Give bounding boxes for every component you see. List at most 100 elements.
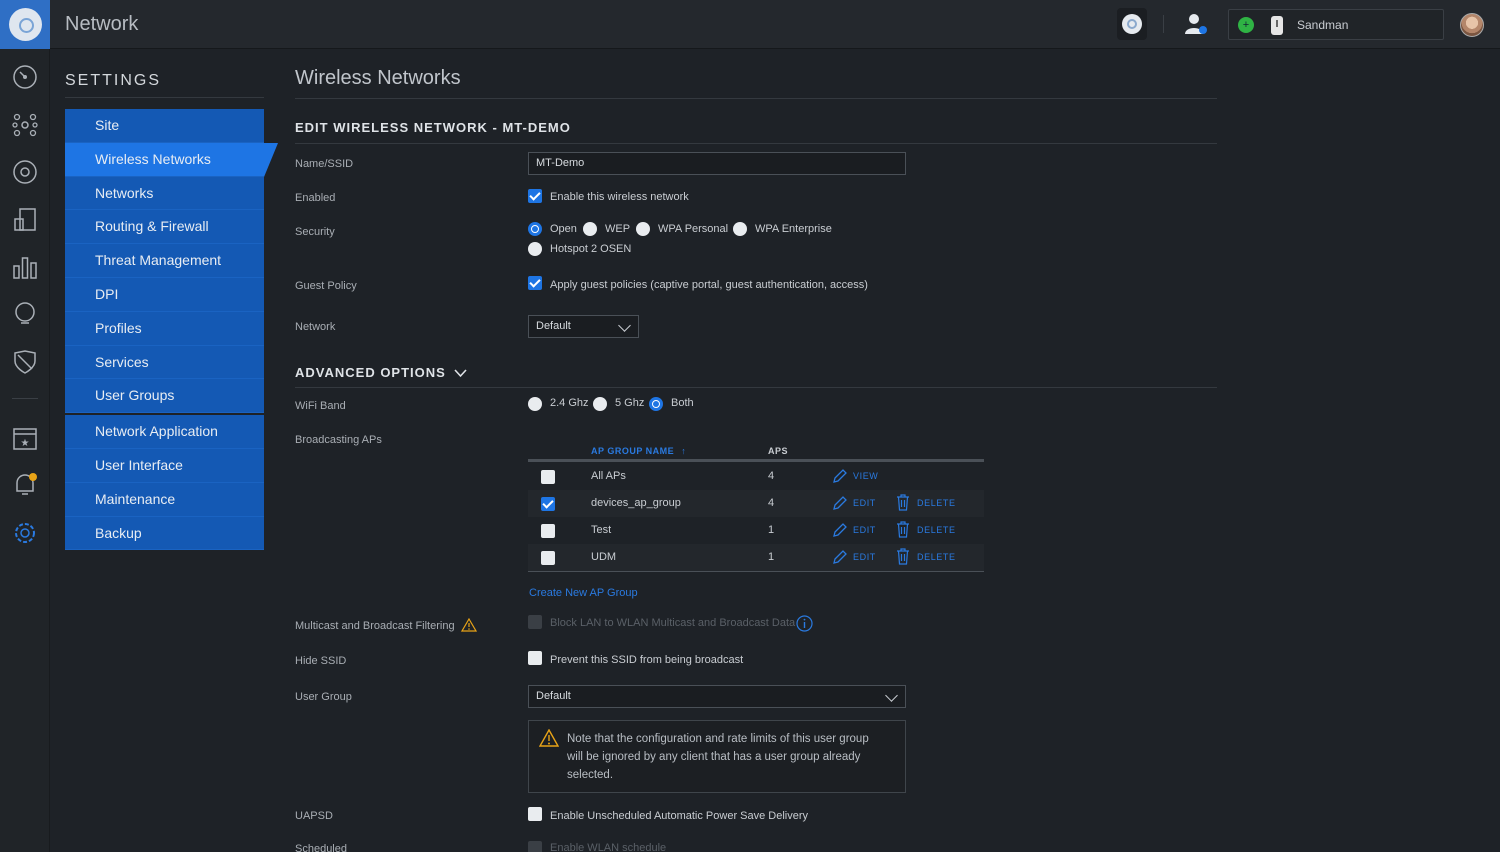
admin-user-icon[interactable]	[1184, 12, 1208, 36]
divider	[1163, 15, 1164, 33]
settings-icon[interactable]	[12, 520, 38, 546]
nav-item-backup[interactable]: Backup	[65, 517, 264, 551]
nav-item-services[interactable]: Services	[65, 346, 264, 380]
scheduled-checkbox[interactable]	[528, 841, 542, 852]
uapsd-checkbox[interactable]	[528, 807, 542, 821]
network-select[interactable]: Default	[528, 315, 639, 338]
table-row: Test 1 EDIT DELETE	[528, 517, 984, 544]
dashboard-icon[interactable]	[12, 64, 38, 90]
divider	[295, 387, 1217, 388]
multicast-filtering-checkbox[interactable]	[528, 615, 542, 629]
chevron-down-icon	[618, 319, 631, 332]
ap-count: 4	[768, 497, 774, 509]
aps-header[interactable]: APS	[768, 446, 788, 456]
ap-group-checkbox[interactable]	[541, 551, 555, 565]
delete-button[interactable]: DELETE	[917, 552, 956, 562]
trash-icon[interactable]	[896, 494, 910, 511]
wifi-band-both-radio[interactable]	[649, 397, 663, 411]
guest-policy-label: Guest Policy	[295, 280, 357, 292]
wifi-band-24-radio[interactable]	[528, 397, 542, 411]
alerts-icon[interactable]	[12, 472, 38, 498]
divider	[65, 97, 264, 98]
ap-group-name: UDM	[591, 551, 616, 563]
edit-button[interactable]: EDIT	[853, 552, 876, 562]
create-ap-group-link[interactable]: Create New AP Group	[529, 587, 638, 599]
ap-group-name: All APs	[591, 470, 626, 482]
hide-ssid-checkbox[interactable]	[528, 651, 542, 665]
table-row: All APs 4 VIEW	[528, 463, 984, 490]
edit-button[interactable]: EDIT	[853, 525, 876, 535]
chevron-down-icon	[885, 689, 898, 702]
trash-icon[interactable]	[896, 548, 910, 565]
security-hotspot-radio[interactable]	[528, 242, 542, 256]
ap-group-checkbox[interactable]	[541, 470, 555, 484]
ap-count: 1	[768, 524, 774, 536]
device-icon	[1122, 14, 1142, 34]
avatar[interactable]	[1460, 13, 1484, 37]
security-wpa-personal-label: WPA Personal	[658, 223, 728, 235]
events-icon[interactable]: ★	[12, 425, 38, 451]
site-selector[interactable]: + Sandman	[1228, 9, 1444, 40]
user-group-note: Note that the configuration and rate lim…	[528, 720, 906, 793]
ap-count: 1	[768, 551, 774, 563]
enabled-label: Enabled	[295, 192, 335, 204]
app-logo-button[interactable]	[0, 0, 50, 49]
edit-icon[interactable]	[832, 495, 848, 511]
nav-item-maintenance[interactable]: Maintenance	[65, 483, 264, 517]
ap-group-checkbox[interactable]	[541, 524, 555, 538]
edit-button[interactable]: EDIT	[853, 498, 876, 508]
statistics-icon[interactable]	[12, 254, 38, 280]
nav-item-dpi[interactable]: DPI	[65, 278, 264, 312]
wifi-band-both-label: Both	[671, 397, 694, 409]
hide-ssid-text: Prevent this SSID from being broadcast	[550, 654, 743, 666]
trash-icon[interactable]	[896, 521, 910, 538]
nav-item-network-application[interactable]: Network Application	[65, 415, 264, 449]
clients-icon[interactable]	[12, 207, 38, 233]
delete-button[interactable]: DELETE	[917, 498, 956, 508]
scheduled-label: Scheduled	[295, 843, 347, 852]
security-wpa-enterprise-radio[interactable]	[733, 222, 747, 236]
ssid-input[interactable]: MT-Demo	[528, 152, 906, 175]
table-row: UDM 1 EDIT DELETE	[528, 544, 984, 571]
security-wep-radio[interactable]	[583, 222, 597, 236]
security-icon[interactable]	[12, 349, 38, 375]
insights-icon[interactable]	[12, 301, 38, 327]
nav-item-wireless-networks[interactable]: Wireless Networks	[65, 143, 264, 177]
enabled-checkbox[interactable]	[528, 189, 542, 203]
nav-item-site[interactable]: Site	[65, 109, 264, 143]
guest-policy-text: Apply guest policies (captive portal, gu…	[550, 279, 868, 291]
delete-button[interactable]: DELETE	[917, 525, 956, 535]
network-label: Network	[295, 321, 335, 333]
user-group-select[interactable]: Default	[528, 685, 906, 708]
device-button[interactable]	[1117, 8, 1147, 40]
security-open-label: Open	[550, 223, 577, 235]
edit-icon[interactable]	[832, 549, 848, 565]
uapsd-text: Enable Unscheduled Automatic Power Save …	[550, 810, 808, 822]
nav-item-user-interface[interactable]: User Interface	[65, 449, 264, 483]
nav-item-user-groups[interactable]: User Groups	[65, 379, 264, 413]
info-icon[interactable]	[796, 615, 813, 632]
security-open-radio[interactable]	[528, 222, 542, 236]
user-group-note-text: Note that the configuration and rate lim…	[567, 730, 887, 784]
ap-group-checkbox[interactable]	[541, 497, 555, 511]
security-wpa-personal-radio[interactable]	[636, 222, 650, 236]
edit-icon[interactable]	[832, 522, 848, 538]
divider	[295, 98, 1217, 99]
user-group-label: User Group	[295, 691, 352, 703]
wifi-band-24-label: 2.4 Ghz	[550, 397, 589, 409]
devices-icon[interactable]	[12, 159, 38, 185]
wifi-band-5-radio[interactable]	[593, 397, 607, 411]
guest-policy-checkbox[interactable]	[528, 276, 542, 290]
view-button[interactable]: VIEW	[853, 471, 878, 481]
nav-item-routing-firewall[interactable]: Routing & Firewall	[65, 210, 264, 244]
nav-item-profiles[interactable]: Profiles	[65, 312, 264, 346]
nav-item-threat-management[interactable]: Threat Management	[65, 244, 264, 278]
advanced-options-toggle[interactable]: ADVANCED OPTIONS	[295, 365, 467, 380]
topology-icon[interactable]	[12, 112, 38, 138]
table-row: devices_ap_group 4 EDIT DELETE	[528, 490, 984, 517]
divider	[12, 398, 38, 399]
ap-group-name-header[interactable]: AP GROUP NAME ↑	[591, 446, 686, 456]
ap-count: 4	[768, 470, 774, 482]
nav-item-networks[interactable]: Networks	[65, 177, 264, 211]
view-icon[interactable]	[832, 468, 848, 484]
